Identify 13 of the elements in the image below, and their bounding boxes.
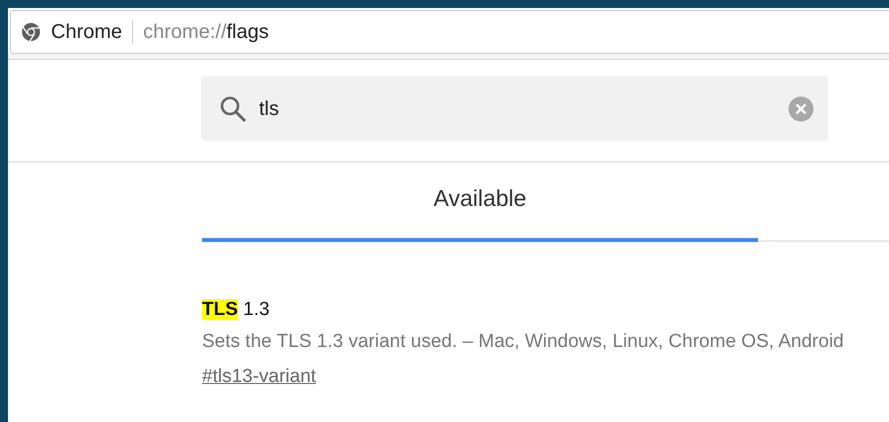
search-input[interactable]: tls bbox=[259, 94, 776, 124]
url-text: chrome://flags bbox=[143, 20, 269, 45]
address-bar[interactable]: Chrome chrome://flags bbox=[10, 10, 889, 54]
experiment-description: Sets the TLS 1.3 variant used. – Mac, Windows, Linux, Chrome OS, Android bbox=[202, 330, 845, 354]
search-field[interactable]: tls bbox=[201, 76, 828, 141]
title-text: 1.3 bbox=[243, 298, 270, 320]
search-icon bbox=[219, 94, 247, 122]
tab[interactable]: Available bbox=[202, 163, 758, 242]
highlighted-match: TLS bbox=[202, 298, 238, 320]
clear-icon[interactable] bbox=[788, 96, 814, 122]
chrome-logo-icon bbox=[21, 22, 41, 42]
site-label: Chrome bbox=[51, 20, 122, 45]
experiment-link[interactable]: #tls13-variant bbox=[202, 366, 316, 386]
